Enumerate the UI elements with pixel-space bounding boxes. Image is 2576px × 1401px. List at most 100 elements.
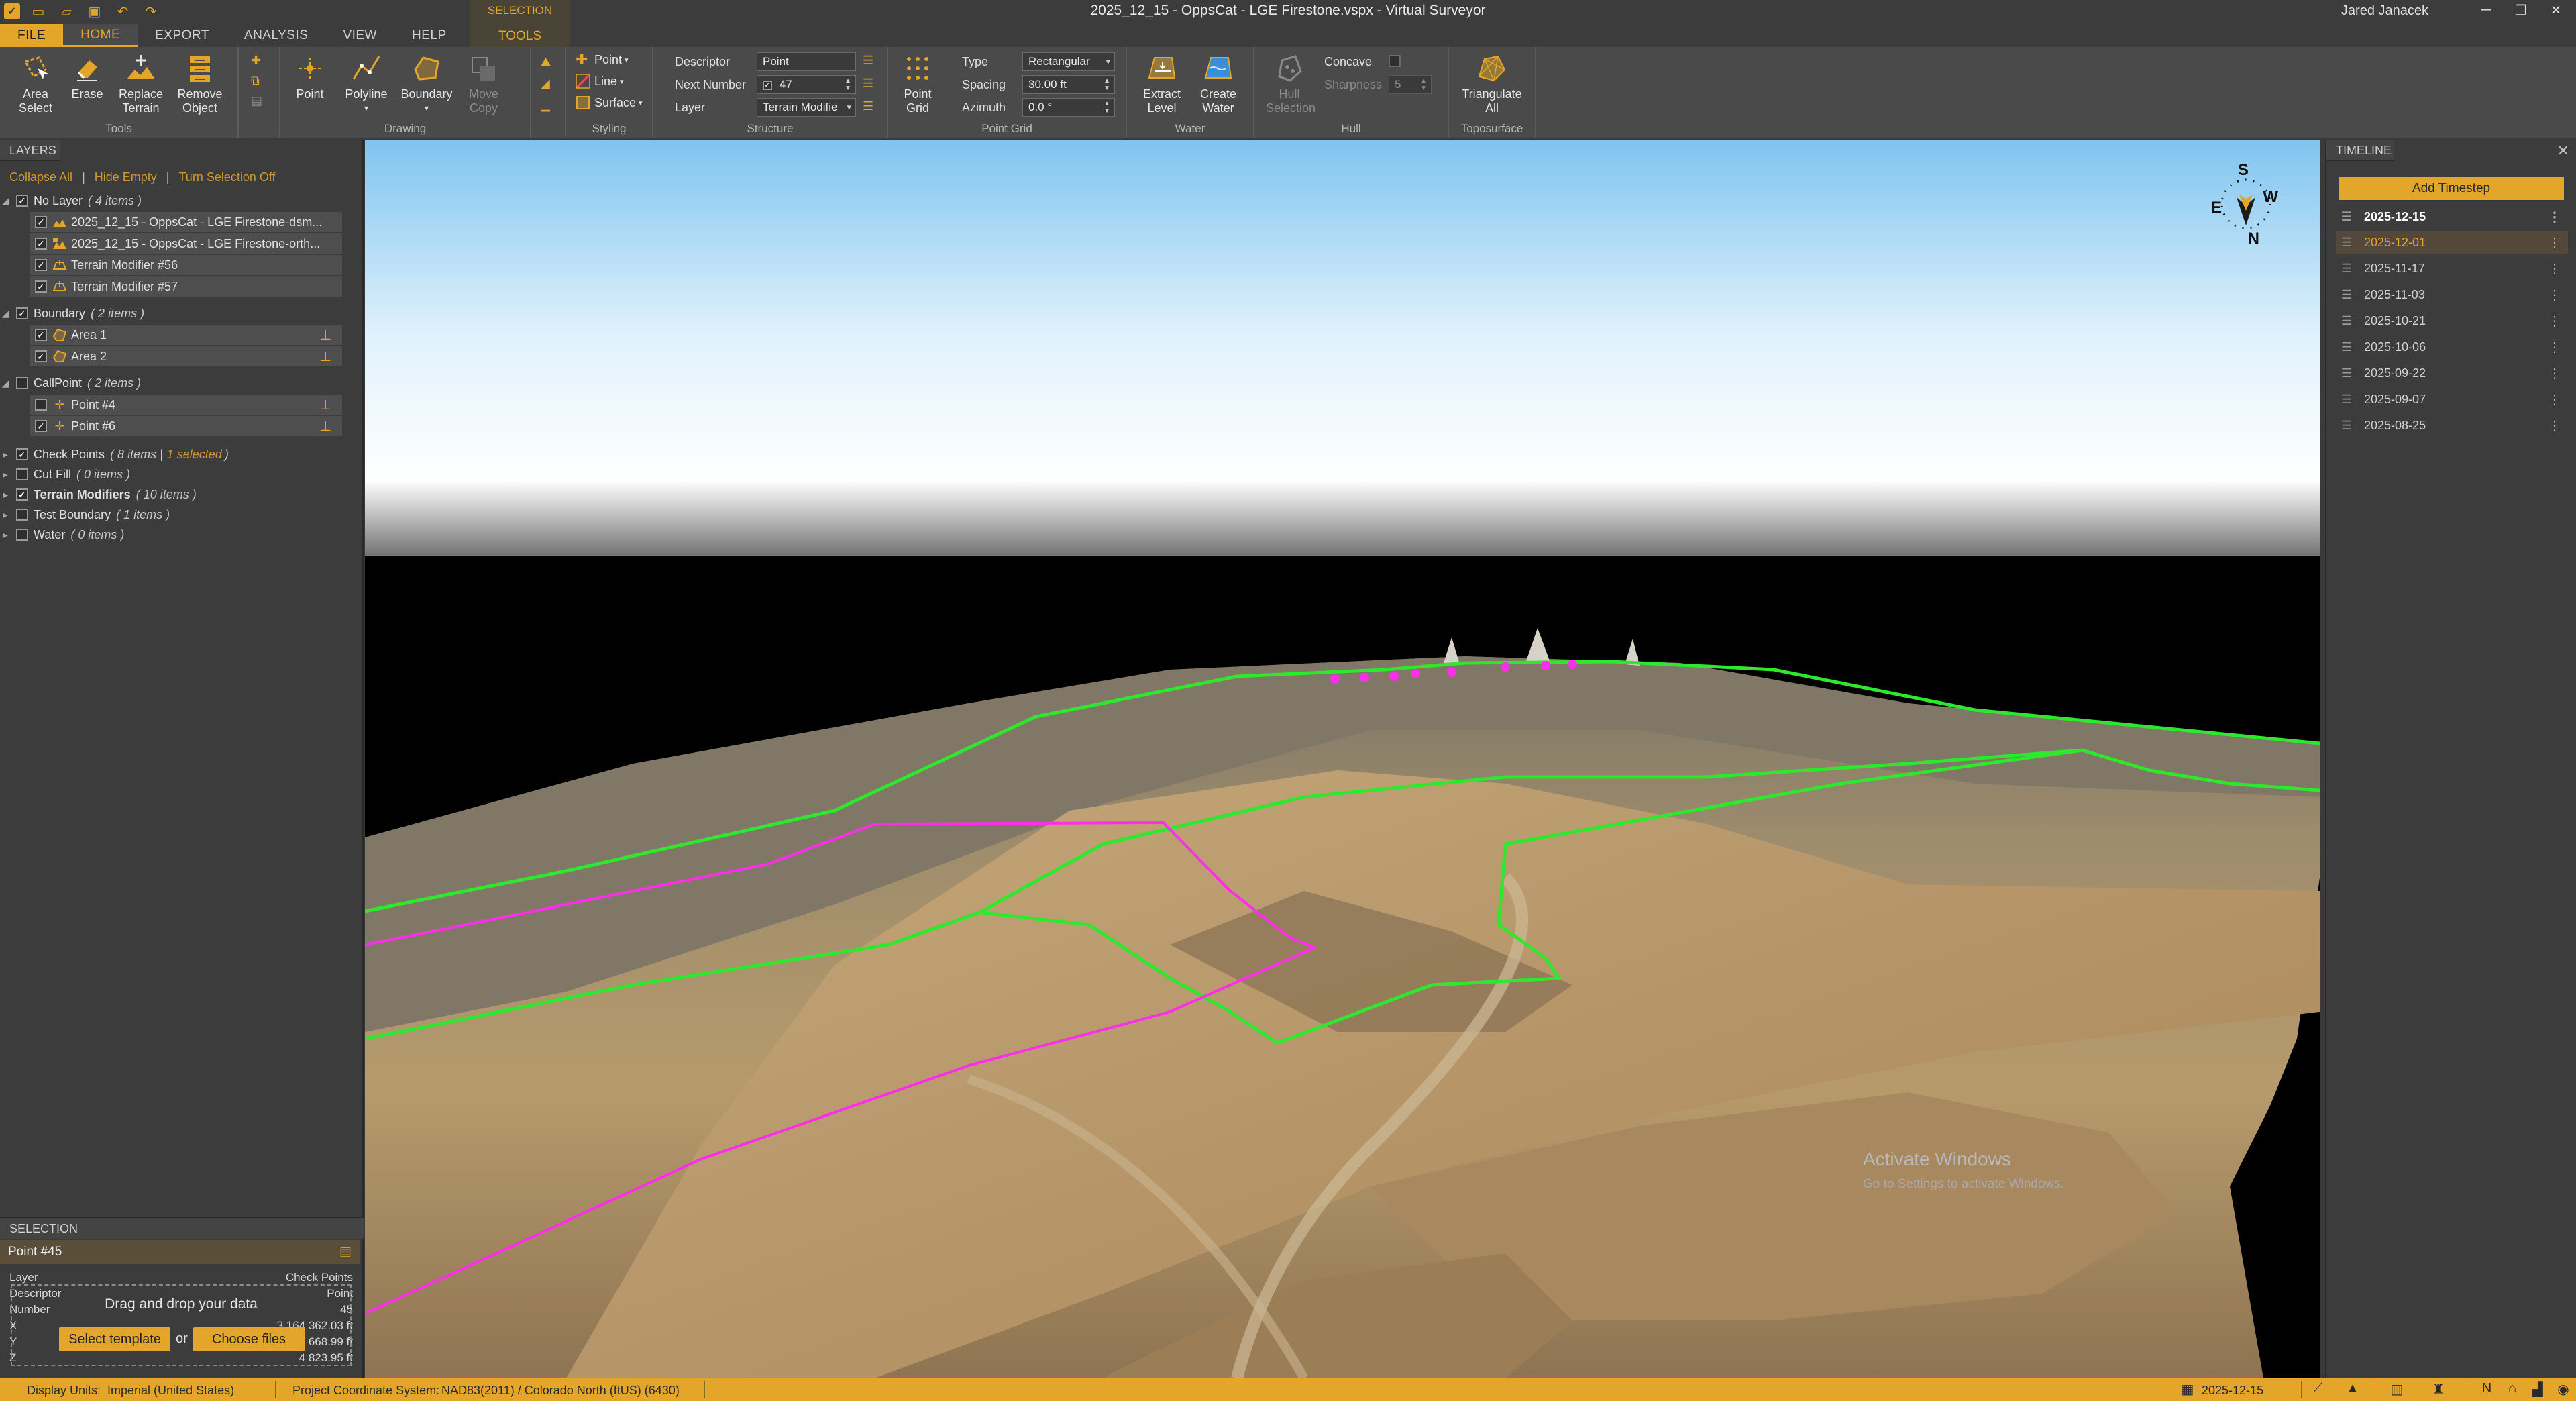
more-options-icon[interactable]: ⋮ [2548,260,2561,277]
boundary-dropdown-icon[interactable]: ▾ [425,101,429,115]
tab-home[interactable]: HOME [63,24,138,47]
concave-checkbox[interactable] [1389,55,1401,67]
new-project-icon[interactable]: ▭ [28,3,48,20]
sharpness-spinner-icon[interactable]: ▲ ▼ [1420,77,1427,92]
sharpness-input[interactable]: 5 ▲ ▼ [1389,75,1432,94]
drag-handle-icon[interactable]: ☰ [2341,262,2355,276]
data-drop-zone[interactable]: Drag and drop your data Select template … [11,1284,352,1366]
layer-visibility-checkbox[interactable] [16,529,28,541]
north-arrow-icon[interactable]: N [2478,1381,2496,1398]
layer-item-terrain-modifier-57[interactable]: Terrain Modifier #57 [30,276,342,297]
timeline-entry[interactable]: ☰ 2025-12-01 ⋮ [2336,231,2568,254]
minimize-button[interactable]: ─ [2469,0,2504,20]
drag-handle-icon[interactable]: ☰ [2341,236,2355,250]
timeline-entry[interactable]: ☰ 2025-12-15 ⋮ [2336,205,2568,228]
descriptor-list-icon[interactable]: ☰ [863,54,880,68]
layer-item-ortho[interactable]: 2025_12_15 - OppsCat - LGE Firestone-ort… [30,234,342,254]
user-name[interactable]: Jared Janacek [2341,3,2428,19]
turn-selection-off-link[interactable]: Turn Selection Off [178,170,275,184]
expand-arrow-icon[interactable]: ▸ [0,529,11,541]
collapse-arrow-icon[interactable]: ◢ [0,308,11,319]
app-logo-icon[interactable]: ✓ [4,3,20,19]
pin-icon[interactable]: ⊥ [320,348,331,365]
remove-object-button[interactable]: Remove Object [173,52,227,115]
profile-chart-icon[interactable]: ⟋ [2309,1381,2326,1398]
next-number-checkbox[interactable] [763,80,772,90]
structure-icon[interactable]: ♜ [2430,1381,2447,1398]
delete-tool-icon[interactable]: ▤ [251,94,268,109]
terrain-slope-icon[interactable]: ◢ [541,76,558,91]
expand-arrow-icon[interactable]: ▸ [0,489,11,501]
number-list-icon[interactable]: ☰ [863,76,880,91]
3d-viewport[interactable]: S E W N [365,140,2320,1378]
layer-group-no-layer[interactable]: ◢ No Layer ( 4 items ) [0,191,142,211]
terrain-scene[interactable] [365,140,2320,1378]
copy-tool-icon[interactable]: ⧉ [251,74,268,89]
layer-group-callpoint[interactable]: ◢ CallPoint ( 2 items ) [0,373,141,393]
layer-group-boundary[interactable]: ◢ Boundary ( 2 items ) [0,303,144,323]
layer-list-icon[interactable]: ☰ [863,99,880,114]
layer-visibility-checkbox[interactable] [16,195,28,207]
layer-visibility-checkbox[interactable] [16,488,28,501]
grid-spacing-input[interactable]: 30.00 ft ▲ ▼ [1022,75,1115,94]
more-options-icon[interactable]: ⋮ [2548,391,2561,408]
collapse-all-link[interactable]: Collapse All [9,170,72,184]
triangulate-all-button[interactable]: Triangulate All [1458,52,1525,115]
timeline-entry[interactable]: ☰ 2025-10-06 ⋮ [2336,335,2568,358]
style-line-dropdown[interactable]: Line ▾ [576,74,624,89]
collapse-arrow-icon[interactable]: ◢ [0,378,11,389]
tab-file[interactable]: FILE [0,24,64,47]
timeline-entry[interactable]: ☰ 2025-10-21 ⋮ [2336,309,2568,332]
replace-terrain-button[interactable]: Replace Terrain [114,52,168,115]
layer-item-area-1[interactable]: Area 1 ⊥ [30,325,342,345]
layer-item-checkbox[interactable] [35,216,47,228]
delete-selection-icon[interactable]: ▤ [339,1240,352,1264]
create-water-button[interactable]: Create Water [1191,52,1245,115]
tab-help[interactable]: HELP [394,24,464,47]
layer-item-checkbox[interactable] [35,238,47,250]
layer-item-point-4[interactable]: ✛ Point #4 ⊥ [30,395,342,415]
choose-files-button[interactable]: Choose files [193,1327,305,1351]
timeline-entry[interactable]: ☰ 2025-08-25 ⋮ [2336,414,2568,437]
current-date[interactable]: 2025-12-15 [2202,1384,2263,1398]
layer-item-point-6[interactable]: ✛ Point #6 ⊥ [30,416,342,436]
calendar-icon[interactable]: ▦ [2179,1381,2196,1398]
layer-group-water[interactable]: ▸ Water ( 0 items ) [0,525,124,545]
layer-item-checkbox[interactable] [35,280,47,293]
layer-item-area-2[interactable]: Area 2 ⊥ [30,346,342,366]
grid-building-icon[interactable]: ▥ [2388,1381,2406,1398]
layer-group-cut-fill[interactable]: ▸ Cut Fill ( 0 items ) [0,464,130,484]
layer-item-terrain-modifier-56[interactable]: Terrain Modifier #56 [30,255,342,275]
open-folder-icon[interactable]: ▱ [56,3,76,20]
more-options-icon[interactable]: ⋮ [2548,234,2561,251]
close-window-button[interactable]: ✕ [2538,0,2573,20]
tab-analysis[interactable]: ANALYSIS [227,24,326,47]
azimuth-spinner-icon[interactable]: ▲ ▼ [1104,100,1110,115]
drag-handle-icon[interactable]: ☰ [2341,288,2355,302]
polyline-dropdown-icon[interactable]: ▾ [364,101,368,115]
layer-item-checkbox[interactable] [35,259,47,271]
more-options-icon[interactable]: ⋮ [2548,417,2561,434]
crs-value[interactable]: NAD83(2011) / Colorado North (ftUS) (643… [441,1384,680,1398]
save-icon[interactable]: ▣ [85,3,105,20]
expand-arrow-icon[interactable]: ▸ [0,509,11,521]
layer-item-checkbox[interactable] [35,399,47,411]
hull-selection-button[interactable]: Hull Selection [1263,52,1316,115]
point-grid-button[interactable]: Point Grid [898,52,938,115]
area-select-button[interactable]: Area Select [12,52,59,115]
more-options-icon[interactable]: ⋮ [2548,365,2561,382]
layer-visibility-checkbox[interactable] [16,468,28,480]
draw-point-button[interactable]: Point [290,52,330,101]
hide-empty-link[interactable]: Hide Empty [95,170,157,184]
pin-icon[interactable]: ⊥ [320,327,331,344]
drag-handle-icon[interactable]: ☰ [2341,210,2355,224]
drag-handle-icon[interactable]: ☰ [2341,393,2355,407]
erase-button[interactable]: Erase [67,52,107,101]
more-options-icon[interactable]: ⋮ [2548,313,2561,329]
layer-item-checkbox[interactable] [35,420,47,432]
undo-icon[interactable]: ↶ [113,3,133,20]
layer-visibility-checkbox[interactable] [16,448,28,460]
visibility-icon[interactable]: ◉ [2555,1381,2572,1398]
more-options-icon[interactable]: ⋮ [2548,287,2561,303]
grid-azimuth-input[interactable]: 0.0 ° ▲ ▼ [1022,98,1115,117]
